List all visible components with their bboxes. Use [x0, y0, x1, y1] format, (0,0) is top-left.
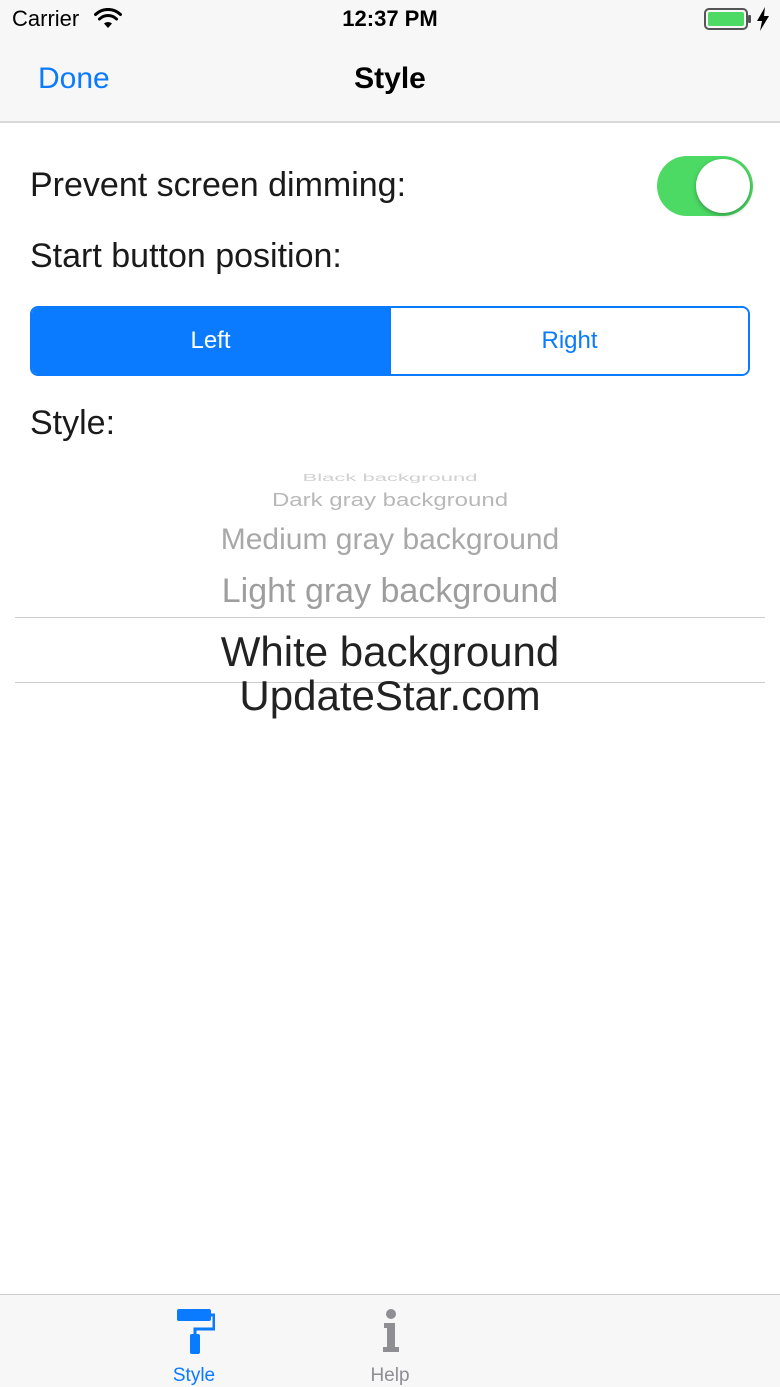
- picker-selection-line-top: [15, 617, 765, 618]
- picker-item-medium-gray[interactable]: Medium gray background: [0, 523, 780, 557]
- picker-item-dark-gray[interactable]: Dark gray background: [0, 490, 780, 511]
- segment-left[interactable]: Left: [32, 308, 391, 374]
- status-time: 12:37 PM: [342, 6, 438, 31]
- tab-help[interactable]: Help: [370, 1295, 780, 1387]
- status-bar: Carrier 12:37 PM: [0, 0, 780, 40]
- style-picker[interactable]: Black background Dark gray background Me…: [0, 470, 780, 720]
- tab-bar: Style Help: [0, 1294, 780, 1387]
- picker-item-light-gray[interactable]: Light gray background: [0, 572, 780, 611]
- segment-right[interactable]: Right: [391, 308, 748, 374]
- position-segmented-control: Left Right: [30, 306, 750, 376]
- battery-icon: [704, 8, 751, 30]
- prevent-dimming-label: Prevent screen dimming:: [30, 166, 407, 204]
- prevent-dimming-toggle[interactable]: [657, 156, 753, 216]
- picker-item-black[interactable]: Black background: [0, 472, 780, 484]
- navigation-bar: Done Style: [0, 40, 780, 123]
- picker-item-white[interactable]: White background: [0, 628, 780, 676]
- page-title: Style: [354, 62, 426, 95]
- info-icon: [383, 1309, 399, 1352]
- picker-selection-line-bottom: [15, 682, 765, 683]
- tab-help-label: Help: [370, 1365, 410, 1386]
- done-button[interactable]: Done: [38, 62, 110, 96]
- screen: Carrier 12:37 PM Done Style Prevent scre…: [0, 0, 780, 1387]
- charging-icon: [757, 7, 769, 31]
- paint-roller-icon: [177, 1309, 215, 1354]
- style-label: Style:: [30, 404, 116, 442]
- toggle-knob: [696, 159, 750, 213]
- start-button-position-label: Start button position:: [30, 237, 342, 275]
